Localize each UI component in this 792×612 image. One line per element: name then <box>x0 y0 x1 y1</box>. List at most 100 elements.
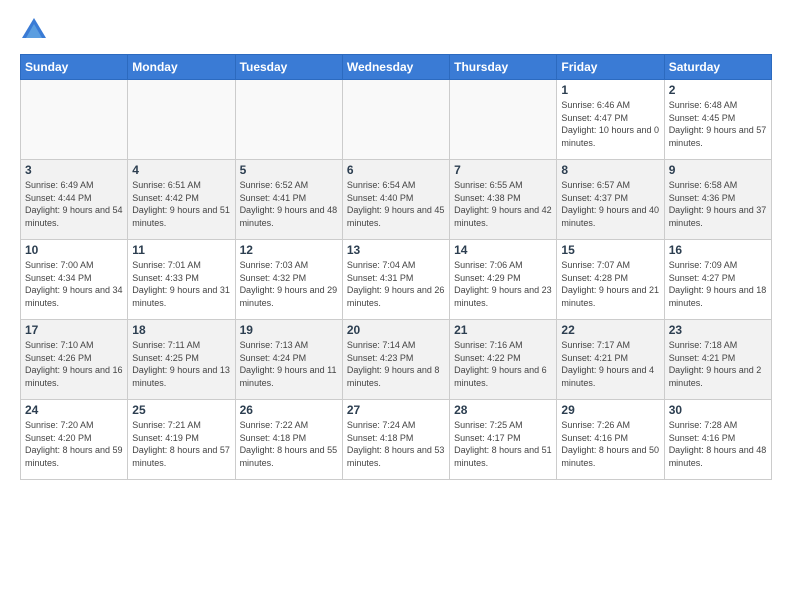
day-info: Sunrise: 7:25 AM Sunset: 4:17 PM Dayligh… <box>454 419 552 469</box>
day-info: Sunrise: 7:18 AM Sunset: 4:21 PM Dayligh… <box>669 339 767 389</box>
weekday-thursday: Thursday <box>450 55 557 80</box>
day-number: 23 <box>669 323 767 337</box>
week-row-3: 17 Sunrise: 7:10 AM Sunset: 4:26 PM Dayli… <box>21 320 772 400</box>
day-number: 3 <box>25 163 123 177</box>
weekday-saturday: Saturday <box>664 55 771 80</box>
calendar-cell: 18 Sunrise: 7:11 AM Sunset: 4:25 PM Dayli… <box>128 320 235 400</box>
calendar-cell: 29 Sunrise: 7:26 AM Sunset: 4:16 PM Dayli… <box>557 400 664 480</box>
logo-icon <box>20 16 48 44</box>
calendar-table: SundayMondayTuesdayWednesdayThursdayFrid… <box>20 54 772 480</box>
day-number: 17 <box>25 323 123 337</box>
day-info: Sunrise: 7:20 AM Sunset: 4:20 PM Dayligh… <box>25 419 123 469</box>
calendar-cell: 10 Sunrise: 7:00 AM Sunset: 4:34 PM Dayli… <box>21 240 128 320</box>
day-number: 18 <box>132 323 230 337</box>
calendar-cell: 3Sunrise: 6:49 AM Sunset: 4:44 PM Daylig… <box>21 160 128 240</box>
day-info: Sunrise: 7:03 AM Sunset: 4:32 PM Dayligh… <box>240 259 338 309</box>
day-number: 6 <box>347 163 445 177</box>
day-number: 29 <box>561 403 659 417</box>
day-info: Sunrise: 6:57 AM Sunset: 4:37 PM Dayligh… <box>561 179 659 229</box>
weekday-friday: Friday <box>557 55 664 80</box>
calendar-cell: 15 Sunrise: 7:07 AM Sunset: 4:28 PM Dayli… <box>557 240 664 320</box>
weekday-wednesday: Wednesday <box>342 55 449 80</box>
week-row-1: 3Sunrise: 6:49 AM Sunset: 4:44 PM Daylig… <box>21 160 772 240</box>
logo <box>20 16 52 44</box>
calendar-cell: 24 Sunrise: 7:20 AM Sunset: 4:20 PM Dayli… <box>21 400 128 480</box>
day-info: Sunrise: 7:09 AM Sunset: 4:27 PM Dayligh… <box>669 259 767 309</box>
day-number: 2 <box>669 83 767 97</box>
calendar-cell: 26 Sunrise: 7:22 AM Sunset: 4:18 PM Dayli… <box>235 400 342 480</box>
calendar-cell: 23 Sunrise: 7:18 AM Sunset: 4:21 PM Dayli… <box>664 320 771 400</box>
weekday-header-row: SundayMondayTuesdayWednesdayThursdayFrid… <box>21 55 772 80</box>
weekday-tuesday: Tuesday <box>235 55 342 80</box>
calendar-cell: 14 Sunrise: 7:06 AM Sunset: 4:29 PM Dayli… <box>450 240 557 320</box>
day-number: 19 <box>240 323 338 337</box>
day-info: Sunrise: 7:11 AM Sunset: 4:25 PM Dayligh… <box>132 339 230 389</box>
day-number: 21 <box>454 323 552 337</box>
calendar-cell <box>21 80 128 160</box>
day-number: 26 <box>240 403 338 417</box>
day-number: 15 <box>561 243 659 257</box>
day-number: 13 <box>347 243 445 257</box>
day-info: Sunrise: 7:01 AM Sunset: 4:33 PM Dayligh… <box>132 259 230 309</box>
day-number: 9 <box>669 163 767 177</box>
day-info: Sunrise: 7:04 AM Sunset: 4:31 PM Dayligh… <box>347 259 445 309</box>
day-info: Sunrise: 7:28 AM Sunset: 4:16 PM Dayligh… <box>669 419 767 469</box>
day-info: Sunrise: 6:48 AM Sunset: 4:45 PM Dayligh… <box>669 99 767 149</box>
day-info: Sunrise: 6:51 AM Sunset: 4:42 PM Dayligh… <box>132 179 230 229</box>
calendar-cell: 2 Sunrise: 6:48 AM Sunset: 4:45 PM Daylig… <box>664 80 771 160</box>
calendar-cell: 11 Sunrise: 7:01 AM Sunset: 4:33 PM Dayli… <box>128 240 235 320</box>
calendar-cell <box>450 80 557 160</box>
week-row-0: 1Sunrise: 6:46 AM Sunset: 4:47 PM Daylig… <box>21 80 772 160</box>
calendar-cell: 30Sunrise: 7:28 AM Sunset: 4:16 PM Dayli… <box>664 400 771 480</box>
day-number: 11 <box>132 243 230 257</box>
weekday-sunday: Sunday <box>21 55 128 80</box>
day-info: Sunrise: 7:00 AM Sunset: 4:34 PM Dayligh… <box>25 259 123 309</box>
day-info: Sunrise: 6:58 AM Sunset: 4:36 PM Dayligh… <box>669 179 767 229</box>
calendar-cell: 12Sunrise: 7:03 AM Sunset: 4:32 PM Dayli… <box>235 240 342 320</box>
day-info: Sunrise: 6:52 AM Sunset: 4:41 PM Dayligh… <box>240 179 338 229</box>
calendar-cell: 17 Sunrise: 7:10 AM Sunset: 4:26 PM Dayli… <box>21 320 128 400</box>
day-info: Sunrise: 7:07 AM Sunset: 4:28 PM Dayligh… <box>561 259 659 309</box>
day-number: 27 <box>347 403 445 417</box>
calendar-cell: 21 Sunrise: 7:16 AM Sunset: 4:22 PM Dayli… <box>450 320 557 400</box>
day-info: Sunrise: 7:14 AM Sunset: 4:23 PM Dayligh… <box>347 339 445 389</box>
day-number: 7 <box>454 163 552 177</box>
day-number: 25 <box>132 403 230 417</box>
calendar-cell: 19 Sunrise: 7:13 AM Sunset: 4:24 PM Dayli… <box>235 320 342 400</box>
calendar-cell: 27 Sunrise: 7:24 AM Sunset: 4:18 PM Dayli… <box>342 400 449 480</box>
day-info: Sunrise: 7:21 AM Sunset: 4:19 PM Dayligh… <box>132 419 230 469</box>
calendar-cell: 28 Sunrise: 7:25 AM Sunset: 4:17 PM Dayli… <box>450 400 557 480</box>
day-info: Sunrise: 7:17 AM Sunset: 4:21 PM Dayligh… <box>561 339 659 389</box>
weekday-monday: Monday <box>128 55 235 80</box>
day-info: Sunrise: 6:54 AM Sunset: 4:40 PM Dayligh… <box>347 179 445 229</box>
day-number: 10 <box>25 243 123 257</box>
day-number: 14 <box>454 243 552 257</box>
day-number: 16 <box>669 243 767 257</box>
calendar-cell: 20Sunrise: 7:14 AM Sunset: 4:23 PM Dayli… <box>342 320 449 400</box>
day-info: Sunrise: 6:46 AM Sunset: 4:47 PM Dayligh… <box>561 99 659 149</box>
calendar-cell: 8 Sunrise: 6:57 AM Sunset: 4:37 PM Daylig… <box>557 160 664 240</box>
day-number: 22 <box>561 323 659 337</box>
calendar-cell <box>342 80 449 160</box>
day-info: Sunrise: 7:06 AM Sunset: 4:29 PM Dayligh… <box>454 259 552 309</box>
calendar-cell: 25 Sunrise: 7:21 AM Sunset: 4:19 PM Dayli… <box>128 400 235 480</box>
calendar-cell: 6 Sunrise: 6:54 AM Sunset: 4:40 PM Daylig… <box>342 160 449 240</box>
day-info: Sunrise: 7:26 AM Sunset: 4:16 PM Dayligh… <box>561 419 659 469</box>
day-number: 4 <box>132 163 230 177</box>
calendar-cell: 1Sunrise: 6:46 AM Sunset: 4:47 PM Daylig… <box>557 80 664 160</box>
calendar-cell <box>128 80 235 160</box>
day-info: Sunrise: 7:22 AM Sunset: 4:18 PM Dayligh… <box>240 419 338 469</box>
calendar-cell: 5 Sunrise: 6:52 AM Sunset: 4:41 PM Daylig… <box>235 160 342 240</box>
day-number: 28 <box>454 403 552 417</box>
day-info: Sunrise: 7:16 AM Sunset: 4:22 PM Dayligh… <box>454 339 552 389</box>
day-info: Sunrise: 7:10 AM Sunset: 4:26 PM Dayligh… <box>25 339 123 389</box>
day-info: Sunrise: 7:24 AM Sunset: 4:18 PM Dayligh… <box>347 419 445 469</box>
day-number: 24 <box>25 403 123 417</box>
day-number: 8 <box>561 163 659 177</box>
day-info: Sunrise: 7:13 AM Sunset: 4:24 PM Dayligh… <box>240 339 338 389</box>
calendar-cell <box>235 80 342 160</box>
day-number: 5 <box>240 163 338 177</box>
calendar-cell: 9 Sunrise: 6:58 AM Sunset: 4:36 PM Daylig… <box>664 160 771 240</box>
header <box>20 16 772 44</box>
week-row-4: 24 Sunrise: 7:20 AM Sunset: 4:20 PM Dayli… <box>21 400 772 480</box>
